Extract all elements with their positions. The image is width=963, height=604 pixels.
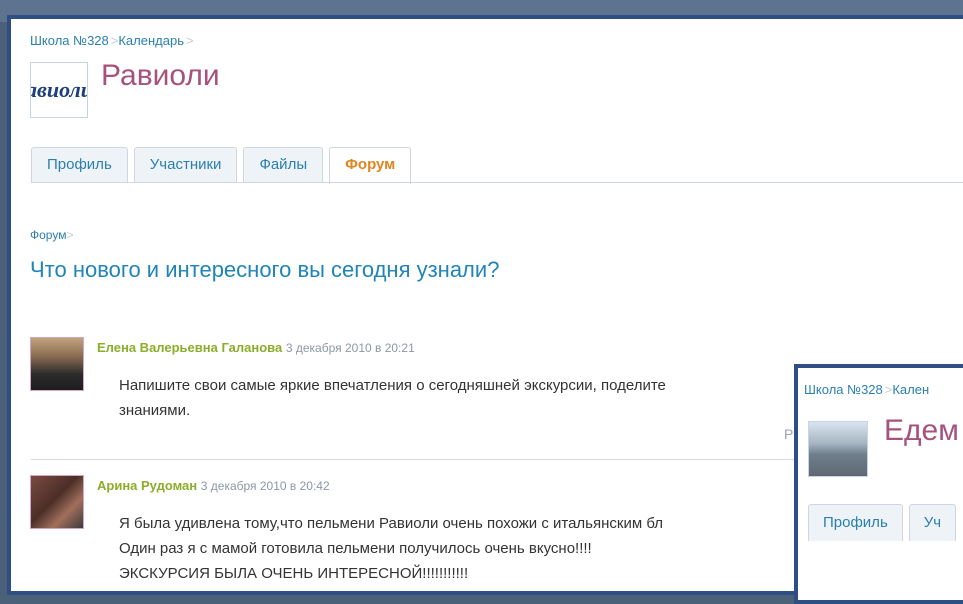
tab-forum[interactable]: Форум: [329, 147, 412, 184]
breadcrumb-separator: >: [66, 228, 74, 242]
post-text-line: знаниями.: [119, 402, 191, 419]
tabs-underline: [31, 182, 963, 183]
topic-title: Что нового и интересного вы сегодня узна…: [30, 257, 500, 282]
group-logo[interactable]: авиоли: [30, 62, 88, 118]
post-text: Напишите свои самые яркие впечатления о …: [119, 373, 666, 423]
post-date: 3 декабря 2010 в 20:21: [285, 341, 415, 355]
breadcrumb: Школа №328 >Кален: [804, 382, 929, 397]
post-text-line: Я была удивлена тому,что пельмени Равиол…: [119, 515, 663, 532]
screenshot-window-second-group: Школа №328 >Кален Едем Профиль Уч: [794, 364, 963, 604]
group-title: Равиоли: [101, 59, 220, 92]
group-tabs: Профиль Участники Файлы Форум: [31, 147, 417, 184]
breadcrumb-calendar-link[interactable]: Кален: [892, 382, 929, 397]
forum-breadcrumb: Форум>: [30, 228, 73, 242]
tab-members[interactable]: Уч: [908, 504, 957, 541]
group-thumbnail[interactable]: [808, 421, 868, 477]
post-text-line: ЭКСКУРСИЯ БЫЛА ОЧЕНЬ ИНТЕРЕСНОЙ!!!!!!!!!…: [119, 565, 469, 582]
post-author-link[interactable]: Елена Валерьевна Галанова: [97, 340, 282, 355]
avatar[interactable]: [30, 475, 84, 529]
post-text: Я была удивлена тому,что пельмени Равиол…: [119, 511, 663, 586]
breadcrumb-school-link[interactable]: Школа №328: [804, 382, 883, 397]
avatar[interactable]: [30, 337, 84, 391]
post-text-line: Один раз я с мамой готовила пельмени пол…: [119, 540, 592, 557]
post-header: Елена Валерьевна Галанова 3 декабря 2010…: [97, 340, 415, 355]
forum-breadcrumb-link[interactable]: Форум: [30, 228, 66, 242]
group-tabs: Профиль Уч: [808, 504, 962, 541]
post-text-line: Напишите свои самые яркие впечатления о …: [119, 377, 666, 394]
post-date: 3 декабря 2010 в 20:42: [200, 479, 330, 493]
reply-link[interactable]: Р: [784, 426, 793, 442]
breadcrumb: Школа №328 >Календарь >: [30, 33, 194, 48]
post-header: Арина Рудоман 3 декабря 2010 в 20:42: [97, 478, 330, 493]
breadcrumb-calendar-link[interactable]: Календарь: [118, 33, 184, 48]
breadcrumb-school-link[interactable]: Школа №328: [30, 33, 109, 48]
tab-files[interactable]: Файлы: [243, 147, 324, 182]
group-title: Едем: [884, 414, 959, 447]
post-author-link[interactable]: Арина Рудоман: [97, 478, 197, 493]
tab-members[interactable]: Участники: [133, 147, 238, 182]
tab-profile[interactable]: Профиль: [808, 504, 903, 541]
tab-profile[interactable]: Профиль: [31, 147, 128, 182]
breadcrumb-separator: >: [185, 33, 194, 48]
group-logo-text: авиоли: [31, 77, 87, 102]
